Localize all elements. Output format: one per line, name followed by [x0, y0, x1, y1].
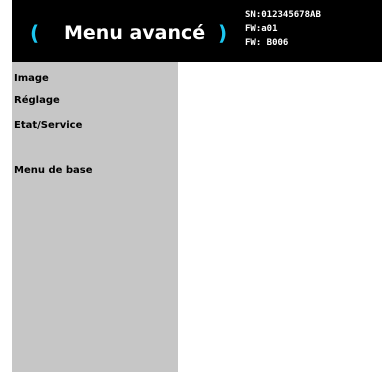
menu-item-menu-de-base[interactable]: Menu de base [14, 164, 93, 178]
right-bracket-glyph: ) [218, 21, 228, 45]
menu-item-etat-service[interactable]: Etat/Service [14, 119, 82, 133]
menu-sidebar: Image Réglage Etat/Service Menu de base [12, 62, 178, 372]
menu-item-image[interactable]: Image [14, 72, 49, 86]
left-bracket-glyph: ( [30, 21, 40, 45]
device-info: SN:012345678AB FW:a01 FW: B006 [245, 8, 321, 50]
menu-item-reglage[interactable]: Réglage [14, 94, 60, 108]
firmware-version-2: FW: B006 [245, 38, 289, 48]
serial-number: SN:012345678AB [245, 10, 321, 20]
menu-header: ( Menu avancé ) SN:012345678AB FW:a01 FW… [12, 0, 382, 62]
firmware-version-1: FW:a01 [245, 24, 278, 34]
menu-content-panel [178, 62, 382, 372]
menu-title: Menu avancé [64, 22, 206, 44]
osd-menu-window: ( Menu avancé ) SN:012345678AB FW:a01 FW… [12, 0, 382, 372]
